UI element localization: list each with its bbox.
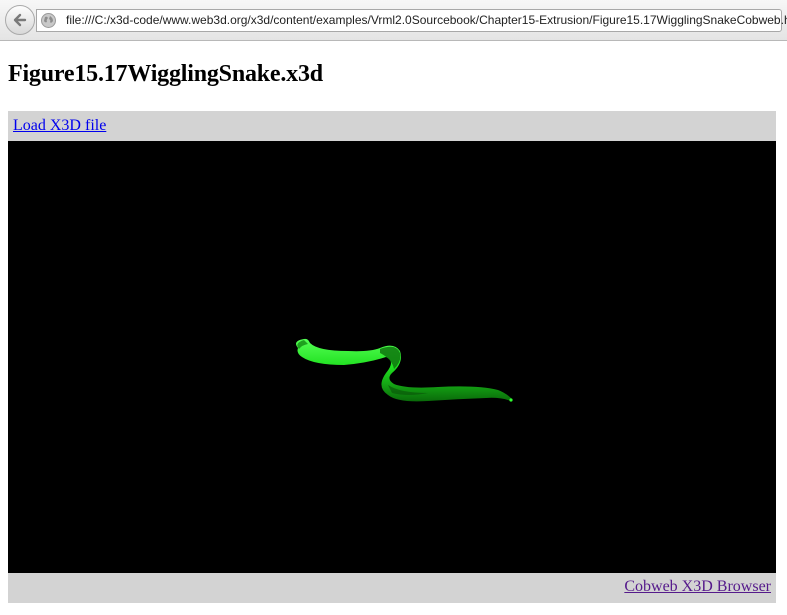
address-bar[interactable]: file:///C:/x3d-code/www.web3d.org/x3d/co… <box>36 9 787 32</box>
back-button[interactable] <box>5 5 35 35</box>
url-text[interactable]: file:///C:/x3d-code/www.web3d.org/x3d/co… <box>66 13 787 27</box>
x3d-viewport[interactable] <box>8 141 776 573</box>
page-title: Figure15.17WigglingSnake.x3d <box>8 61 323 87</box>
footer-bar: Cobweb X3D Browser <box>8 573 776 603</box>
scene-canvas <box>296 338 513 402</box>
snake-shape <box>296 338 513 402</box>
globe-icon <box>41 13 56 28</box>
cobweb-browser-link[interactable]: Cobweb X3D Browser <box>624 578 771 596</box>
load-bar: Load X3D file <box>8 111 776 141</box>
back-arrow-icon <box>13 13 27 27</box>
browser-toolbar: file:///C:/x3d-code/www.web3d.org/x3d/co… <box>0 0 787 41</box>
load-x3d-file-link[interactable]: Load X3D file <box>13 117 106 135</box>
